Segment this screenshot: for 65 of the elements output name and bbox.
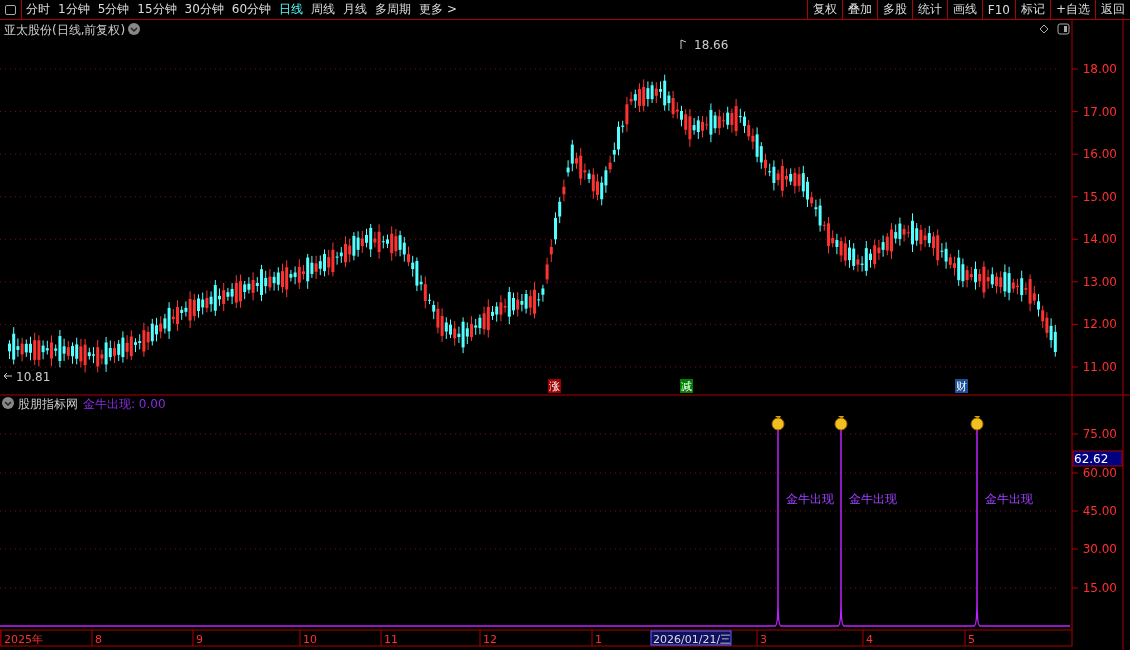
toolbar-button[interactable]: 返回 <box>1095 0 1130 19</box>
price-tick: 16.00 <box>1082 147 1117 162</box>
period-tab[interactable]: 15分钟 <box>133 0 181 19</box>
period-tab[interactable]: 月线 <box>339 0 372 19</box>
price-tick: 11.00 <box>1082 360 1117 374</box>
date-label: 10 <box>303 633 317 646</box>
date-label: 11 <box>384 633 398 646</box>
toolbar-button[interactable]: 标记 <box>1014 0 1050 19</box>
period-tab[interactable]: 日线 <box>275 0 308 19</box>
period-tab[interactable]: 周线 <box>307 0 340 19</box>
panel-toggle-icon[interactable] <box>1057 23 1070 35</box>
indicator-tick: 15.00 <box>1082 581 1117 595</box>
signal-label: 金牛出现 <box>849 492 897 506</box>
date-label: 4 <box>866 633 873 646</box>
low-marker-icon <box>3 372 13 380</box>
price-tick: 12.00 <box>1082 317 1117 332</box>
period-tab[interactable]: 分时 <box>22 0 54 19</box>
toolbar-button[interactable]: 叠加 <box>841 0 877 19</box>
low-price-label: 10.81 <box>16 370 51 384</box>
date-label: 3 <box>760 633 767 646</box>
diamond-icon[interactable] <box>1039 24 1049 34</box>
high-price-label: 18.66 <box>694 38 729 52</box>
date-label: 8 <box>95 633 102 646</box>
money-bag-icon <box>771 416 785 431</box>
price-tick: 14.00 <box>1082 232 1117 247</box>
toolbar-button[interactable]: 多股 <box>876 0 912 19</box>
period-tab[interactable]: 多周期 <box>371 0 416 19</box>
signal-label: 金牛出现 <box>985 492 1033 506</box>
date-label: 2026/01/21/三 <box>653 633 732 646</box>
stock-title: 亚太股份(日线,前复权) <box>4 23 126 37</box>
indicator-tick: 75.00 <box>1082 427 1117 441</box>
period-tab[interactable]: 1分钟 <box>54 0 94 19</box>
price-tick: 17.00 <box>1082 104 1117 119</box>
period-tab[interactable]: 30分钟 <box>180 0 228 19</box>
indicator-tick: 45.00 <box>1082 504 1117 518</box>
cursor-value: 62.62 <box>1072 450 1123 467</box>
period-tab[interactable]: 5分钟 <box>93 0 134 19</box>
date-label: 12 <box>483 633 497 646</box>
high-marker-icon <box>680 39 687 50</box>
price-tick: 13.00 <box>1082 274 1117 289</box>
toolbar-button[interactable]: 复权 <box>806 0 842 19</box>
price-tick: 18.00 <box>1082 62 1117 76</box>
price-tick: 15.00 <box>1082 189 1117 204</box>
toolbar-button[interactable]: 画线 <box>946 0 982 19</box>
toolbar-button[interactable]: 统计 <box>911 0 947 19</box>
event-badge[interactable]: 财 <box>955 379 968 393</box>
money-bag-icon <box>834 416 848 431</box>
period-tab[interactable]: 更多 > <box>415 0 461 19</box>
indicator-reading: 金牛出现: 0.00 <box>83 397 166 411</box>
indicator-title: 股朋指标网 <box>18 397 78 411</box>
period-tab[interactable]: 60分钟 <box>227 0 276 19</box>
indicator-tick: 30.00 <box>1082 542 1117 556</box>
event-badge[interactable]: 减 <box>680 379 693 393</box>
date-label: 9 <box>196 633 203 646</box>
toolbar-button[interactable]: F10 <box>981 0 1015 19</box>
indicator-tick: 60.00 <box>1082 466 1117 480</box>
money-bag-icon <box>970 416 984 431</box>
date-label: 1 <box>595 633 602 646</box>
toolbar-button[interactable]: +自选 <box>1049 0 1095 19</box>
date-label: 5 <box>968 633 975 646</box>
date-label: 2025年 <box>4 633 43 646</box>
dropdown-icon[interactable] <box>2 397 14 409</box>
event-badge[interactable]: 涨 <box>548 379 561 393</box>
dropdown-icon[interactable] <box>128 23 140 35</box>
signal-label: 金牛出现 <box>786 492 834 506</box>
